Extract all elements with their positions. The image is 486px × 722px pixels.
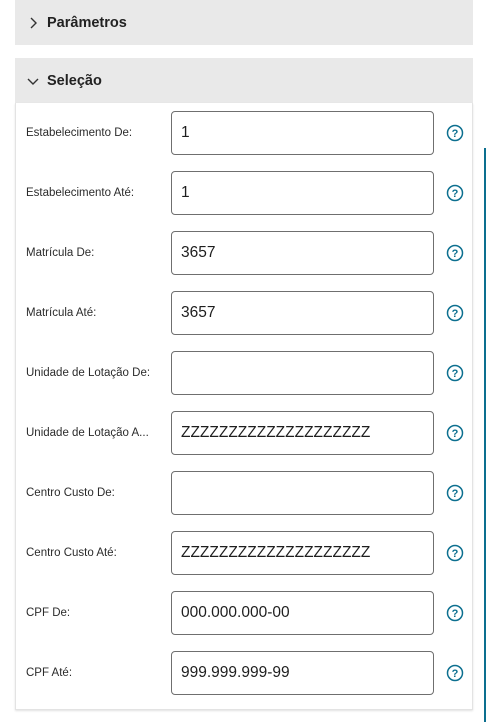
section-selecao-title: Seleção bbox=[47, 72, 102, 89]
svg-text:?: ? bbox=[452, 248, 459, 260]
help-icon[interactable]: ? bbox=[446, 664, 464, 682]
section-parametros-title: Parâmetros bbox=[47, 14, 127, 31]
form-row-cpf-ate: CPF Até: ? bbox=[16, 651, 472, 695]
section-parametros-header[interactable]: Parâmetros bbox=[15, 0, 473, 45]
chevron-down-icon bbox=[25, 73, 41, 89]
chevron-right-icon bbox=[25, 15, 41, 31]
svg-text:?: ? bbox=[452, 428, 459, 440]
centro-custo-ate-input[interactable] bbox=[171, 531, 434, 575]
cpf-ate-input[interactable] bbox=[171, 651, 434, 695]
field-label: CPF De: bbox=[26, 607, 71, 619]
form-row-matricula-de: Matrícula De: ? bbox=[16, 231, 472, 275]
help-icon[interactable]: ? bbox=[446, 484, 464, 502]
help-icon[interactable]: ? bbox=[446, 244, 464, 262]
form-row-centro-custo-ate: Centro Custo Até: ? bbox=[16, 531, 472, 575]
help-icon[interactable]: ? bbox=[446, 604, 464, 622]
field-label: Estabelecimento De: bbox=[26, 127, 133, 139]
form-row-cpf-de: CPF De: ? bbox=[16, 591, 472, 635]
field-label: CPF Até: bbox=[26, 667, 73, 679]
svg-text:?: ? bbox=[452, 608, 459, 620]
field-label: Unidade de Lotação De: bbox=[26, 367, 151, 379]
section-selecao-header[interactable]: Seleção bbox=[15, 58, 473, 103]
svg-text:?: ? bbox=[452, 188, 459, 200]
field-label: Centro Custo Até: bbox=[26, 547, 117, 559]
unidade-lotacao-de-input[interactable] bbox=[171, 351, 434, 395]
help-icon[interactable]: ? bbox=[446, 184, 464, 202]
form-row-estabelecimento-ate: Estabelecimento Até: ? bbox=[16, 171, 472, 215]
form-row-estabelecimento-de: Estabelecimento De: ? bbox=[16, 111, 472, 155]
help-icon[interactable]: ? bbox=[446, 304, 464, 322]
help-icon[interactable]: ? bbox=[446, 124, 464, 142]
svg-text:?: ? bbox=[452, 488, 459, 500]
centro-custo-de-input[interactable] bbox=[171, 471, 434, 515]
svg-text:?: ? bbox=[452, 368, 459, 380]
selecao-panel: Estabelecimento De: ? Estabelecimento At… bbox=[15, 103, 473, 710]
form-row-centro-custo-de: Centro Custo De: ? bbox=[16, 471, 472, 515]
matricula-ate-input[interactable] bbox=[171, 291, 434, 335]
field-label: Matrícula De: bbox=[26, 247, 95, 259]
help-icon[interactable]: ? bbox=[446, 364, 464, 382]
estabelecimento-ate-input[interactable] bbox=[171, 171, 434, 215]
help-icon[interactable]: ? bbox=[446, 544, 464, 562]
matricula-de-input[interactable] bbox=[171, 231, 434, 275]
field-label: Unidade de Lotação A... bbox=[26, 427, 149, 439]
cpf-de-input[interactable] bbox=[171, 591, 434, 635]
field-label: Matrícula Até: bbox=[26, 307, 97, 319]
form-row-unidade-lotacao-ate: Unidade de Lotação A... ? bbox=[16, 411, 472, 455]
svg-text:?: ? bbox=[452, 548, 459, 560]
form-row-matricula-ate: Matrícula Até: ? bbox=[16, 291, 472, 335]
unidade-lotacao-ate-input[interactable] bbox=[171, 411, 434, 455]
field-label: Centro Custo De: bbox=[26, 487, 115, 499]
estabelecimento-de-input[interactable] bbox=[171, 111, 434, 155]
help-icon[interactable]: ? bbox=[446, 424, 464, 442]
field-label: Estabelecimento Até: bbox=[26, 187, 135, 199]
svg-text:?: ? bbox=[452, 668, 459, 680]
svg-text:?: ? bbox=[452, 128, 459, 140]
form-row-unidade-lotacao-de: Unidade de Lotação De: ? bbox=[16, 351, 472, 395]
svg-text:?: ? bbox=[452, 308, 459, 320]
